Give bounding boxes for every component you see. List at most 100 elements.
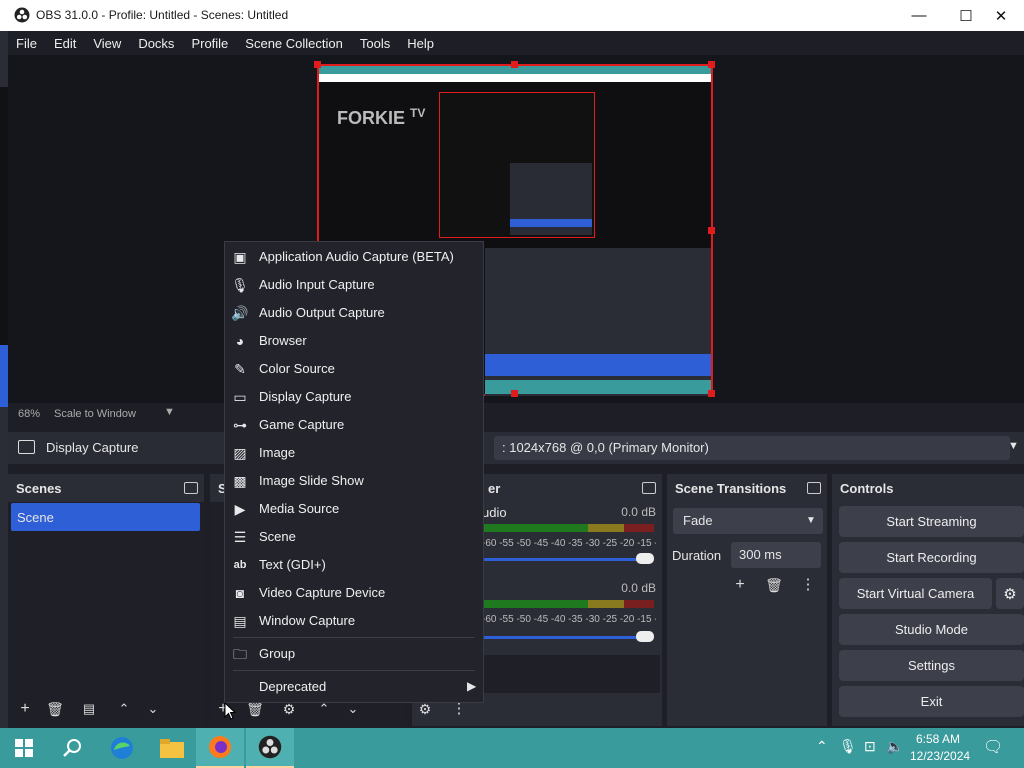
chevron-up-icon[interactable]: ⌃ bbox=[113, 698, 135, 720]
undock-icon[interactable] bbox=[642, 482, 656, 494]
undock-icon[interactable] bbox=[807, 482, 821, 494]
menu-item-window-capture[interactable]: ▤ Window Capture bbox=[225, 607, 483, 635]
volume-meter-green bbox=[484, 524, 588, 532]
scale-mode[interactable]: Scale to Window bbox=[54, 408, 136, 420]
obs-taskbar-icon[interactable] bbox=[246, 728, 294, 768]
transitions-title: Scene Transitions bbox=[667, 474, 827, 502]
menu-docks[interactable]: Docks bbox=[130, 36, 183, 51]
volume-slider[interactable] bbox=[484, 636, 646, 639]
chevron-down-icon[interactable]: ▼ bbox=[806, 515, 816, 526]
menu-item-browser[interactable]: ◕ Browser bbox=[225, 327, 483, 355]
file-explorer-icon[interactable] bbox=[148, 728, 196, 768]
search-icon[interactable] bbox=[48, 728, 96, 768]
zoom-level: 68% bbox=[18, 408, 41, 420]
menu-item-image-slide-show[interactable]: ▩ Image Slide Show bbox=[225, 467, 483, 495]
gamepad-icon: ⊶ bbox=[233, 417, 247, 433]
firefox-icon[interactable] bbox=[196, 728, 244, 768]
menu-item-media-source[interactable]: ▶ Media Source bbox=[225, 495, 483, 523]
menu-item-group[interactable]: 🗀 Group bbox=[225, 640, 483, 668]
gear-icon[interactable]: ⚙ bbox=[996, 578, 1024, 609]
menu-item-game-capture[interactable]: ⊶ Game Capture bbox=[225, 411, 483, 439]
chevron-up-icon[interactable]: ⌃ bbox=[816, 738, 828, 755]
menu-separator bbox=[233, 670, 475, 671]
controls-body: Start Streaming Start Recording Start Vi… bbox=[832, 502, 1024, 726]
transitions-body: Fade ▼ Duration 300 ms + 🗑 ⋮ bbox=[667, 502, 827, 726]
start-virtual-camera-button[interactable]: Start Virtual Camera bbox=[839, 578, 992, 609]
studio-mode-button[interactable]: Studio Mode bbox=[839, 614, 1024, 645]
mixer-channel-db: 0.0 dB bbox=[621, 505, 656, 519]
menu-item-display-capture[interactable]: ▭ Display Capture bbox=[225, 383, 483, 411]
menu-item-text-gdi[interactable]: ab Text (GDI+) bbox=[225, 551, 483, 579]
volume-icon[interactable]: 🔈 bbox=[886, 738, 903, 755]
scenes-list: Scene bbox=[8, 502, 204, 726]
monitor-icon: ▭ bbox=[233, 389, 247, 405]
window-icon: ▤ bbox=[233, 613, 247, 629]
menu-file[interactable]: File bbox=[8, 36, 46, 51]
brush-icon: ✎ bbox=[234, 361, 246, 377]
add-icon[interactable]: + bbox=[14, 698, 36, 720]
background-strip bbox=[0, 31, 8, 728]
speaker-icon: 🔊 bbox=[231, 305, 249, 321]
mouse-cursor-icon bbox=[224, 702, 236, 720]
close-button[interactable]: ✕ bbox=[978, 0, 1024, 31]
folder-icon: 🗀 bbox=[233, 646, 247, 662]
clock-time[interactable]: 6:58 AM bbox=[916, 732, 960, 746]
add-icon[interactable]: + bbox=[729, 574, 751, 596]
settings-button[interactable]: Settings bbox=[839, 650, 1024, 681]
menu-profile[interactable]: Profile bbox=[183, 36, 237, 51]
transition-select[interactable]: Fade bbox=[673, 508, 823, 534]
volume-slider-handle[interactable] bbox=[636, 553, 654, 564]
chevron-down-icon[interactable]: ▼ bbox=[164, 406, 175, 418]
exit-button[interactable]: Exit bbox=[839, 686, 1024, 717]
globe-icon: ◕ bbox=[235, 333, 245, 349]
trash-icon[interactable]: 🗑 bbox=[44, 698, 66, 720]
volume-slider-handle[interactable] bbox=[636, 631, 654, 642]
undock-icon[interactable] bbox=[184, 482, 198, 494]
edge-browser-icon[interactable] bbox=[98, 728, 146, 768]
menu-item-scene[interactable]: ☰ Scene bbox=[225, 523, 483, 551]
slideshow-icon: ▩ bbox=[233, 473, 247, 489]
menu-bar: File Edit View Docks Profile Scene Colle… bbox=[8, 31, 1024, 55]
network-icon[interactable]: ⊡ bbox=[864, 738, 876, 755]
selected-source-name: Display Capture bbox=[46, 440, 139, 455]
chevron-down-icon[interactable]: ▼ bbox=[1008, 440, 1019, 452]
filter-icon[interactable]: ▤ bbox=[78, 698, 100, 720]
minimize-button[interactable]: — bbox=[896, 0, 942, 31]
menu-edit[interactable]: Edit bbox=[46, 36, 85, 51]
image-icon: ▨ bbox=[233, 445, 247, 461]
windows-start-icon[interactable] bbox=[0, 728, 48, 768]
start-recording-button[interactable]: Start Recording bbox=[839, 542, 1024, 573]
duration-input[interactable]: 300 ms bbox=[731, 542, 821, 568]
menu-item-audio-input-capture[interactable]: 🎙 Audio Input Capture bbox=[225, 271, 483, 299]
trash-icon[interactable]: 🗑 bbox=[763, 574, 785, 596]
nested-docks bbox=[485, 248, 711, 396]
microphone-icon: 🎙 bbox=[231, 277, 249, 293]
chevron-down-icon[interactable]: ⌄ bbox=[142, 698, 164, 720]
monitor-select[interactable]: : 1024x768 @ 0,0 (Primary Monitor) bbox=[494, 436, 1010, 460]
menu-item-video-capture-device[interactable]: ◙ Video Capture Device bbox=[225, 579, 483, 607]
scenes-title: Scenes bbox=[8, 474, 204, 502]
title-bar: OBS 31.0.0 - Profile: Untitled - Scenes:… bbox=[0, 0, 1024, 31]
window-title: OBS 31.0.0 - Profile: Untitled - Scenes:… bbox=[36, 8, 289, 22]
app-audio-icon: ▣ bbox=[233, 249, 247, 265]
menu-item-color-source[interactable]: ✎ Color Source bbox=[225, 355, 483, 383]
notification-icon[interactable]: 🗨 bbox=[983, 737, 1003, 757]
clock-date[interactable]: 12/23/2024 bbox=[910, 749, 970, 763]
volume-slider[interactable] bbox=[484, 558, 646, 561]
menu-item-deprecated[interactable]: Deprecated ▶ bbox=[225, 673, 483, 701]
menu-item-app-audio-capture[interactable]: ▣ Application Audio Capture (BETA) bbox=[225, 243, 483, 271]
more-options-icon[interactable]: ⋮ bbox=[797, 574, 819, 596]
menu-tools[interactable]: Tools bbox=[352, 36, 399, 51]
microphone-icon[interactable]: 🎙 bbox=[839, 738, 857, 755]
scene-item[interactable]: Scene bbox=[11, 503, 200, 531]
mixer-channel-db: 0.0 dB bbox=[621, 581, 656, 595]
menu-help[interactable]: Help bbox=[399, 36, 443, 51]
mixer-channel-name: udio bbox=[482, 505, 507, 520]
menu-item-audio-output-capture[interactable]: 🔊 Audio Output Capture bbox=[225, 299, 483, 327]
menu-item-image[interactable]: ▨ Image bbox=[225, 439, 483, 467]
start-streaming-button[interactable]: Start Streaming bbox=[839, 506, 1024, 537]
nested-menubar bbox=[319, 74, 711, 82]
menu-view[interactable]: View bbox=[85, 36, 130, 51]
chevron-right-icon: ▶ bbox=[467, 679, 477, 693]
menu-scene-collection[interactable]: Scene Collection bbox=[237, 36, 352, 51]
